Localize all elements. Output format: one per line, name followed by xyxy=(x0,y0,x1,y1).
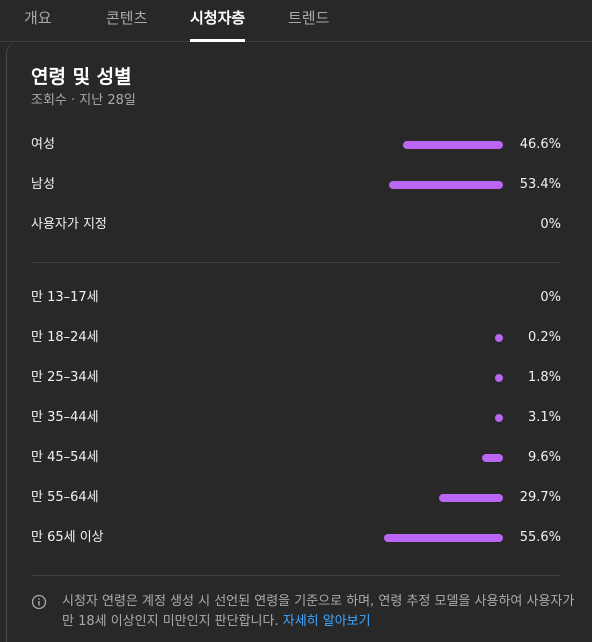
gender-row: 여성 46.6% xyxy=(31,135,561,155)
gender-row: 남성 53.4% xyxy=(31,175,561,195)
age-bar xyxy=(495,334,503,342)
tab-bar: 개요 콘텐츠 시청자층 트렌드 xyxy=(0,0,592,42)
age-row: 만 13–17세 0% xyxy=(31,288,561,308)
gender-value: 0% xyxy=(540,217,561,232)
age-label: 만 65세 이상 xyxy=(31,530,104,545)
gender-label: 사용자가 지정 xyxy=(31,217,107,232)
info-icon xyxy=(31,594,47,610)
age-label: 만 18–24세 xyxy=(31,330,99,345)
gender-label: 여성 xyxy=(31,137,55,152)
footnote-line-2: 만 18세 이상인지 미만인지 판단합니다. 자세히 알아보기 xyxy=(62,612,562,632)
learn-more-link[interactable]: 자세히 알아보기 xyxy=(283,614,371,629)
gender-value: 53.4% xyxy=(519,177,561,192)
age-value: 29.7% xyxy=(519,490,561,505)
gender-bar xyxy=(403,141,503,149)
age-bar xyxy=(439,494,503,502)
tab-trends[interactable]: 트렌드 xyxy=(288,0,329,42)
age-label: 만 13–17세 xyxy=(31,290,99,305)
gender-bar xyxy=(388,181,503,189)
age-value: 0% xyxy=(540,290,561,305)
age-value: 1.8% xyxy=(527,370,561,385)
age-bar xyxy=(482,454,503,462)
footnote-text: 시청자 연령은 계정 생성 시 선언된 연령을 기준으로 하며, 연령 추정 모… xyxy=(62,592,575,632)
section-divider xyxy=(31,262,561,263)
tab-content[interactable]: 콘텐츠 xyxy=(106,0,147,42)
gender-label: 남성 xyxy=(31,177,55,192)
card-subtitle: 조회수 · 지난 28일 xyxy=(31,93,136,108)
age-row: 만 65세 이상 55.6% xyxy=(31,528,561,548)
gender-row: 사용자가 지정 0% xyxy=(31,215,561,235)
age-bar xyxy=(495,374,503,382)
age-value: 9.6% xyxy=(527,450,561,465)
age-bar xyxy=(384,534,503,542)
age-value: 3.1% xyxy=(527,410,561,425)
age-bar xyxy=(495,414,503,422)
footnote-divider xyxy=(31,575,561,576)
tab-audience[interactable]: 시청자층 xyxy=(190,0,246,42)
tab-overview[interactable]: 개요 xyxy=(24,0,52,42)
age-value: 55.6% xyxy=(519,530,561,545)
age-row: 만 25–34세 1.8% xyxy=(31,368,561,388)
footnote-line-2-text: 만 18세 이상인지 미만인지 판단합니다. xyxy=(62,614,279,629)
age-value: 0.2% xyxy=(527,330,561,345)
age-row: 만 45–54세 9.6% xyxy=(31,448,561,468)
age-label: 만 55–64세 xyxy=(31,490,99,505)
age-label: 만 25–34세 xyxy=(31,370,99,385)
age-row: 만 35–44세 3.1% xyxy=(31,408,561,428)
gender-value: 46.6% xyxy=(519,137,561,152)
age-row: 만 55–64세 29.7% xyxy=(31,488,561,508)
age-label: 만 45–54세 xyxy=(31,450,99,465)
age-label: 만 35–44세 xyxy=(31,410,99,425)
card-title: 연령 및 성별 xyxy=(31,66,132,88)
age-row: 만 18–24세 0.2% xyxy=(31,328,561,348)
footnote-line-1: 시청자 연령은 계정 생성 시 선언된 연령을 기준으로 하며, 연령 추정 모… xyxy=(62,594,575,609)
